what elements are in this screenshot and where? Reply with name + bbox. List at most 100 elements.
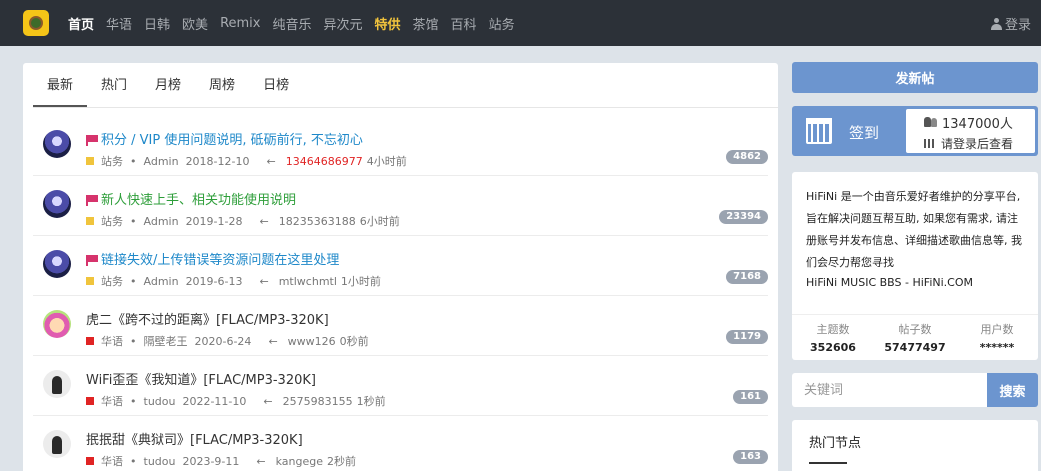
user-avatar[interactable] xyxy=(43,250,71,278)
new-post-button[interactable]: 发新帖 xyxy=(792,62,1038,93)
search-button[interactable]: 搜索 xyxy=(987,373,1038,407)
forum-name[interactable]: 华语 xyxy=(101,453,123,469)
user-avatar[interactable] xyxy=(43,310,71,338)
nav-item[interactable]: 日韩 xyxy=(144,14,170,33)
forum-name[interactable]: 华语 xyxy=(101,393,123,409)
hot-nodes-underline xyxy=(809,462,847,464)
author-name[interactable]: Admin xyxy=(144,155,179,168)
tab-1[interactable]: 最新 xyxy=(33,63,88,107)
author-name[interactable]: Admin xyxy=(144,275,179,288)
stat-label: 主题数 xyxy=(816,323,850,336)
thread-row: WiFi歪歪《我知道》[FLAC/MP3-320K] 华语 • tudou 2022-1… xyxy=(33,356,768,416)
author-name[interactable]: tudou xyxy=(144,455,176,468)
forum-color-dot xyxy=(86,457,94,465)
author-name[interactable]: 隔壁老王 xyxy=(144,333,188,349)
logo-mark xyxy=(29,16,43,30)
thread-meta: 站务 • Admin 2018-12-10 ← 13464686977 4小时前 xyxy=(86,153,414,169)
separator-dot: • xyxy=(130,274,137,288)
bar-chart-icon xyxy=(924,138,934,148)
main-nav: 首页 华语 日韩 欧美 Remix 纯音乐 异次元 特供 茶馆 百科 站务 xyxy=(68,0,527,46)
thread-title: 虎二《跨不过的距离》[FLAC/MP3-320K] xyxy=(86,313,329,328)
last-reply-time: 6小时前 xyxy=(359,215,400,228)
calendar-icon xyxy=(806,118,832,144)
last-reply-user[interactable]: 13464686977 xyxy=(286,155,363,168)
last-reply-user[interactable]: www126 xyxy=(288,335,336,348)
checkin-panel: 签到 1347000人 请登录后查看 xyxy=(792,106,1038,156)
nav-item[interactable]: 华语 xyxy=(106,14,132,33)
stat-value: ****** xyxy=(979,341,1015,354)
thread-title-link[interactable]: 虎二《跨不过的距离》[FLAC/MP3-320K] xyxy=(86,309,329,328)
thread-row: 抿抿甜《典狱司》[FLAC/MP3-320K] 华语 • tudou 2023-9-11… xyxy=(33,416,768,471)
login-label: 登录 xyxy=(1004,18,1031,33)
forum-name[interactable]: 站务 xyxy=(101,153,123,169)
search-input[interactable] xyxy=(792,373,987,407)
thread-list-panel: 最新 热门 月榜 周榜 日榜 积分 / VIP 使用问题说明, 砥砺前行, 不忘初心 站务… xyxy=(23,63,778,471)
thread-title: WiFi歪歪《我知道》[FLAC/MP3-320K] xyxy=(86,373,316,388)
thread-title-link[interactable]: 链接失效/上传错误等资源问题在这里处理 xyxy=(86,249,339,268)
user-avatar[interactable] xyxy=(43,370,71,398)
search-box: 搜索 xyxy=(792,373,1038,407)
reply-arrow-icon: ← xyxy=(268,334,278,348)
thread-title-link[interactable]: WiFi歪歪《我知道》[FLAC/MP3-320K] xyxy=(86,369,316,388)
last-reply-user[interactable]: kangege xyxy=(276,455,323,468)
thread-title: 新人快速上手、相关功能使用说明 xyxy=(101,193,297,208)
nav-item[interactable]: 站务 xyxy=(489,14,515,33)
last-reply-user[interactable]: 18235363188 xyxy=(279,215,356,228)
reply-count-badge: 7168 xyxy=(726,270,768,284)
user-avatar[interactable] xyxy=(43,190,71,218)
post-date: 2018-12-10 xyxy=(185,154,250,168)
reply-arrow-icon: ← xyxy=(256,454,266,468)
reply-arrow-icon: ← xyxy=(266,154,276,168)
thread-row: 虎二《跨不过的距离》[FLAC/MP3-320K] 华语 • 隔壁老王 2020-6-2… xyxy=(33,296,768,356)
thread-meta: 华语 • 隔壁老王 2020-6-24 ← www126 0秒前 xyxy=(86,333,376,349)
tab-2[interactable]: 热门 xyxy=(87,63,141,107)
stat-value: 57477497 xyxy=(884,341,946,354)
stat-label: 帖子数 xyxy=(898,323,932,336)
nav-item[interactable]: 欧美 xyxy=(182,14,208,33)
pin-flag-icon xyxy=(86,135,98,146)
nav-item[interactable]: 特供 xyxy=(375,14,401,33)
nav-item[interactable]: Remix xyxy=(220,16,260,31)
forum-color-dot xyxy=(86,397,94,405)
last-reply-time: 1秒前 xyxy=(356,395,386,408)
forum-name[interactable]: 站务 xyxy=(101,273,123,289)
author-name[interactable]: Admin xyxy=(144,215,179,228)
forum-name[interactable]: 华语 xyxy=(101,333,123,349)
tab-4[interactable]: 周榜 xyxy=(195,63,249,107)
forum-name[interactable]: 站务 xyxy=(101,213,123,229)
separator-dot: • xyxy=(130,454,137,468)
thread-title: 链接失效/上传错误等资源问题在这里处理 xyxy=(101,253,340,268)
thread-title-link[interactable]: 抿抿甜《典狱司》[FLAC/MP3-320K] xyxy=(86,429,303,448)
nav-item[interactable]: 茶馆 xyxy=(413,14,439,33)
stat-item: 用户数 ****** xyxy=(956,315,1038,360)
about-footer: HiFiNi MUSIC BBS - HiFiNi.COM xyxy=(806,276,974,289)
thread-title: 抿抿甜《典狱司》[FLAC/MP3-320K] xyxy=(86,433,303,448)
nav-item[interactable]: 首页 xyxy=(68,14,94,33)
thread-title-link[interactable]: 新人快速上手、相关功能使用说明 xyxy=(86,189,296,208)
tab-5[interactable]: 日榜 xyxy=(249,63,303,107)
nav-item[interactable]: 异次元 xyxy=(324,14,363,33)
reply-count-badge: 163 xyxy=(733,450,768,464)
last-reply-user[interactable]: mtlwchmtl xyxy=(279,275,337,288)
thread-title-link[interactable]: 积分 / VIP 使用问题说明, 砥砺前行, 不忘初心 xyxy=(86,129,363,148)
stat-item: 帖子数 57477497 xyxy=(874,315,956,360)
login-to-view-line[interactable]: 请登录后查看 xyxy=(924,133,1013,153)
reply-count-badge: 4862 xyxy=(726,150,768,164)
login-link[interactable]: 登录 xyxy=(990,14,1031,33)
nav-item[interactable]: 纯音乐 xyxy=(272,14,311,33)
thread-title: 积分 / VIP 使用问题说明, 砥砺前行, 不忘初心 xyxy=(101,133,363,148)
last-reply-user[interactable]: 2575983155 xyxy=(283,395,353,408)
separator-dot: • xyxy=(130,214,137,228)
reply-arrow-icon: ← xyxy=(263,394,273,408)
site-logo[interactable] xyxy=(23,10,49,36)
checkin-button[interactable]: 签到 xyxy=(849,122,879,143)
user-icon xyxy=(990,17,1002,30)
user-avatar[interactable] xyxy=(43,430,71,458)
user-avatar[interactable] xyxy=(43,130,71,158)
users-icon xyxy=(924,117,938,127)
nav-item[interactable]: 百科 xyxy=(451,14,477,33)
author-name[interactable]: tudou xyxy=(144,395,176,408)
top-navbar: 首页 华语 日韩 欧美 Remix 纯音乐 异次元 特供 茶馆 百科 站务 登录 xyxy=(0,0,1041,46)
tab-3[interactable]: 月榜 xyxy=(141,63,195,107)
thread-row: 积分 / VIP 使用问题说明, 砥砺前行, 不忘初心 站务 • Admin 2018-… xyxy=(33,116,768,176)
